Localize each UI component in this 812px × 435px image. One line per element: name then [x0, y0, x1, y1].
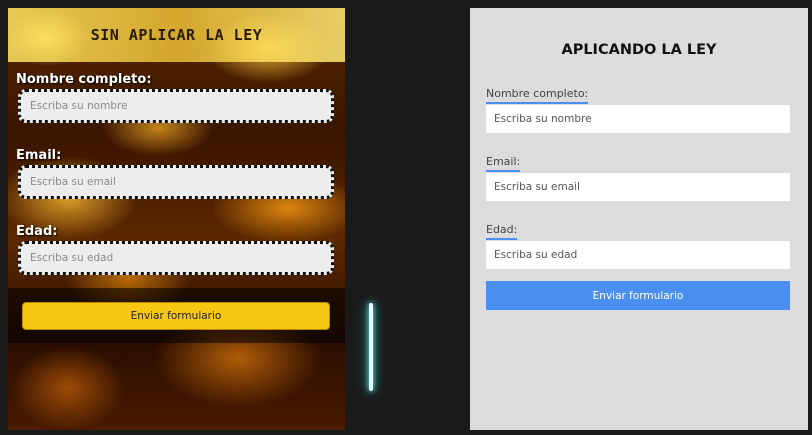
left-field-name-group: Nombre completo: [16, 72, 342, 123]
left-form-panel: SIN APLICAR LA LEY Nombre completo: Emai… [8, 8, 345, 430]
left-submit-button[interactable]: Enviar formulario [22, 302, 330, 330]
glowing-divider [369, 303, 373, 391]
left-email-input[interactable] [18, 165, 334, 199]
right-name-label: Nombre completo: [486, 87, 589, 104]
left-field-email-group: Email: [16, 148, 342, 199]
left-email-label: Email: [16, 148, 62, 163]
left-age-input[interactable] [18, 241, 334, 275]
right-email-input[interactable] [486, 173, 790, 201]
left-field-age-group: Edad: [16, 224, 342, 275]
right-age-input[interactable] [486, 241, 790, 269]
right-age-label: Edad: [486, 223, 518, 240]
right-submit-button[interactable]: Enviar formulario [486, 281, 790, 310]
right-field-age-group: Edad: [486, 218, 790, 269]
right-field-email-group: Email: [486, 150, 790, 201]
right-name-input[interactable] [486, 105, 790, 133]
left-age-label: Edad: [16, 224, 58, 239]
right-form-panel: APLICANDO LA LEY Nombre completo: Email:… [470, 8, 808, 430]
right-field-name-group: Nombre completo: [486, 82, 790, 133]
left-name-label: Nombre completo: [16, 72, 152, 87]
left-name-input[interactable] [18, 89, 334, 123]
left-title-band: SIN APLICAR LA LEY [8, 8, 345, 62]
right-email-label: Email: [486, 155, 521, 172]
right-form-title: APLICANDO LA LEY [561, 42, 717, 58]
left-form-title: SIN APLICAR LA LEY [90, 26, 263, 44]
